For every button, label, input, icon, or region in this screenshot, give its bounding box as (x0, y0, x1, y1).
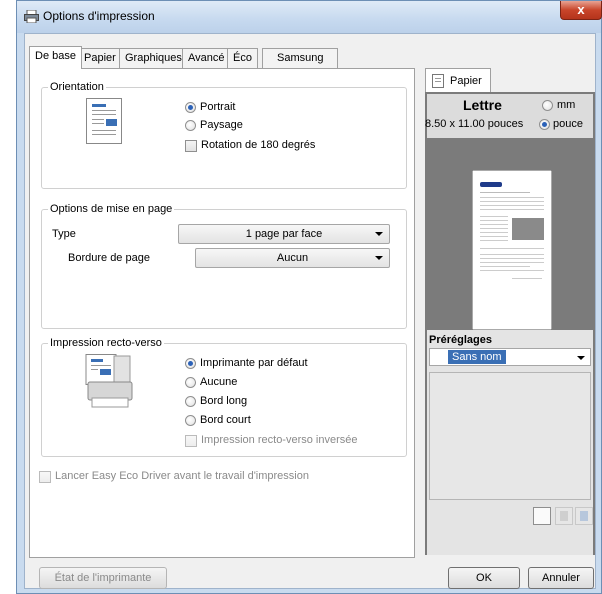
orientation-group: Orientation Portrait Paysage Rotation de… (41, 81, 407, 189)
aucune-label: Aucune (200, 376, 238, 388)
chevron-down-icon (577, 356, 585, 360)
page-border-label: Bordure de page (68, 252, 150, 264)
dialog-body: De base Papier Graphiques Avancé Éco Sam… (24, 33, 596, 589)
layout-options-title: Options de mise en page (48, 203, 175, 215)
tab-papier-preview[interactable]: Papier (425, 68, 491, 93)
type-label: Type (52, 228, 76, 240)
presets-title: Préréglages (429, 334, 492, 346)
rotate-180-label: Rotation de 180 degrés (201, 139, 316, 151)
duplex-title: Impression recto-verso (48, 337, 164, 349)
preset-select[interactable]: Sans nom (429, 348, 591, 366)
save-preset-button[interactable] (555, 507, 573, 525)
reverse-duplex-checkbox[interactable] (185, 435, 197, 447)
radio-portrait[interactable] (185, 102, 196, 113)
portrait-page-icon (86, 98, 122, 144)
tab-graphiques[interactable]: Graphiques (119, 48, 188, 68)
printer-icon (24, 10, 39, 23)
preset-select-value: Sans nom (448, 350, 506, 364)
radio-bord-court[interactable] (185, 415, 196, 426)
delete-preset-button[interactable] (575, 507, 593, 525)
tab-avance[interactable]: Avancé (182, 48, 231, 68)
printer-status-button[interactable]: État de l'imprimante (39, 567, 167, 589)
cancel-button[interactable]: Annuler (528, 567, 594, 589)
ok-button[interactable]: OK (448, 567, 520, 589)
page-preview-thumbnail (472, 170, 552, 330)
preset-list[interactable] (429, 372, 591, 500)
new-preset-button[interactable] (533, 507, 551, 525)
close-button[interactable]: x (560, 1, 602, 20)
type-select[interactable]: 1 page par face (178, 224, 390, 244)
chevron-down-icon (375, 256, 383, 260)
page-icon (432, 74, 444, 88)
title-bar: Options d'impression x (17, 1, 602, 33)
print-options-window: Options d'impression x De base Papier Gr… (16, 0, 602, 594)
tab-samsung[interactable]: Samsung (262, 48, 339, 68)
duplex-printer-icon (85, 354, 133, 408)
tab-eco[interactable]: Éco (227, 48, 258, 68)
trash-icon (580, 511, 588, 521)
mm-label: mm (557, 99, 576, 111)
pouce-label: pouce (553, 118, 583, 130)
radio-printer-default[interactable] (185, 358, 196, 369)
paper-dimensions: 8.50 x 11.00 pouces (425, 118, 524, 130)
paper-size-box: Lettre mm 8.50 x 11.00 pouces pouce (425, 94, 593, 138)
paper-tab-label: Papier (450, 75, 482, 87)
eco-driver-label: Lancer Easy Eco Driver avant le travail … (55, 470, 309, 482)
printer-default-label: Imprimante par défaut (200, 357, 308, 369)
presets-panel: Préréglages Sans nom (427, 330, 593, 555)
portrait-label: Portrait (200, 101, 236, 113)
tab-panel-de-base: Orientation Portrait Paysage Rotation de… (29, 68, 415, 558)
page-border-value: Aucun (276, 252, 309, 264)
type-select-value: 1 page par face (245, 228, 323, 240)
duplex-group: Impression recto-verso Imprimante par dé… (41, 337, 407, 457)
orientation-title: Orientation (48, 81, 106, 93)
radio-aucune[interactable] (185, 377, 196, 388)
radio-pouce[interactable] (539, 119, 550, 130)
tab-de-base[interactable]: De base (29, 46, 82, 69)
chevron-down-icon (375, 232, 383, 236)
window-title: Options d'impression (43, 9, 155, 23)
rotate-180-checkbox[interactable] (185, 140, 197, 152)
radio-paysage[interactable] (185, 120, 196, 131)
paper-size-name: Lettre (463, 97, 502, 113)
radio-mm[interactable] (542, 100, 553, 111)
paysage-label: Paysage (200, 119, 243, 131)
bord-court-label: Bord court (200, 414, 251, 426)
layout-options-group: Options de mise en page Type 1 page par … (41, 203, 407, 329)
page-border-select[interactable]: Aucun (195, 248, 390, 268)
eco-driver-checkbox[interactable] (39, 471, 51, 483)
bord-long-label: Bord long (200, 395, 248, 407)
save-icon (560, 511, 568, 521)
reverse-duplex-label: Impression recto-verso inversée (201, 434, 358, 446)
radio-bord-long[interactable] (185, 396, 196, 407)
tab-papier[interactable]: Papier (78, 48, 122, 68)
